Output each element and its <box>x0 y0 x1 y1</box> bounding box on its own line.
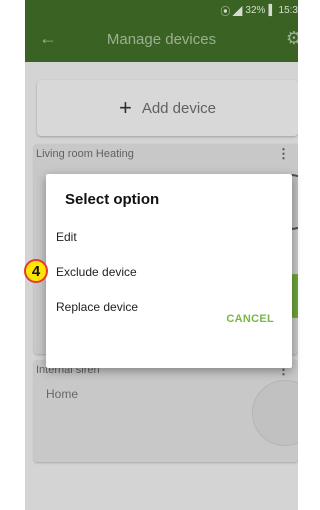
select-option-dialog: Select option Edit Exclude device Replac… <box>46 174 292 368</box>
option-exclude-device[interactable]: Exclude device <box>56 265 137 279</box>
dialog-title: Select option <box>65 191 160 208</box>
step-number-badge: 4 <box>24 259 48 283</box>
option-replace-device[interactable]: Replace device <box>56 300 138 314</box>
option-edit[interactable]: Edit <box>56 230 77 244</box>
cancel-button[interactable]: CANCEL <box>226 313 274 325</box>
